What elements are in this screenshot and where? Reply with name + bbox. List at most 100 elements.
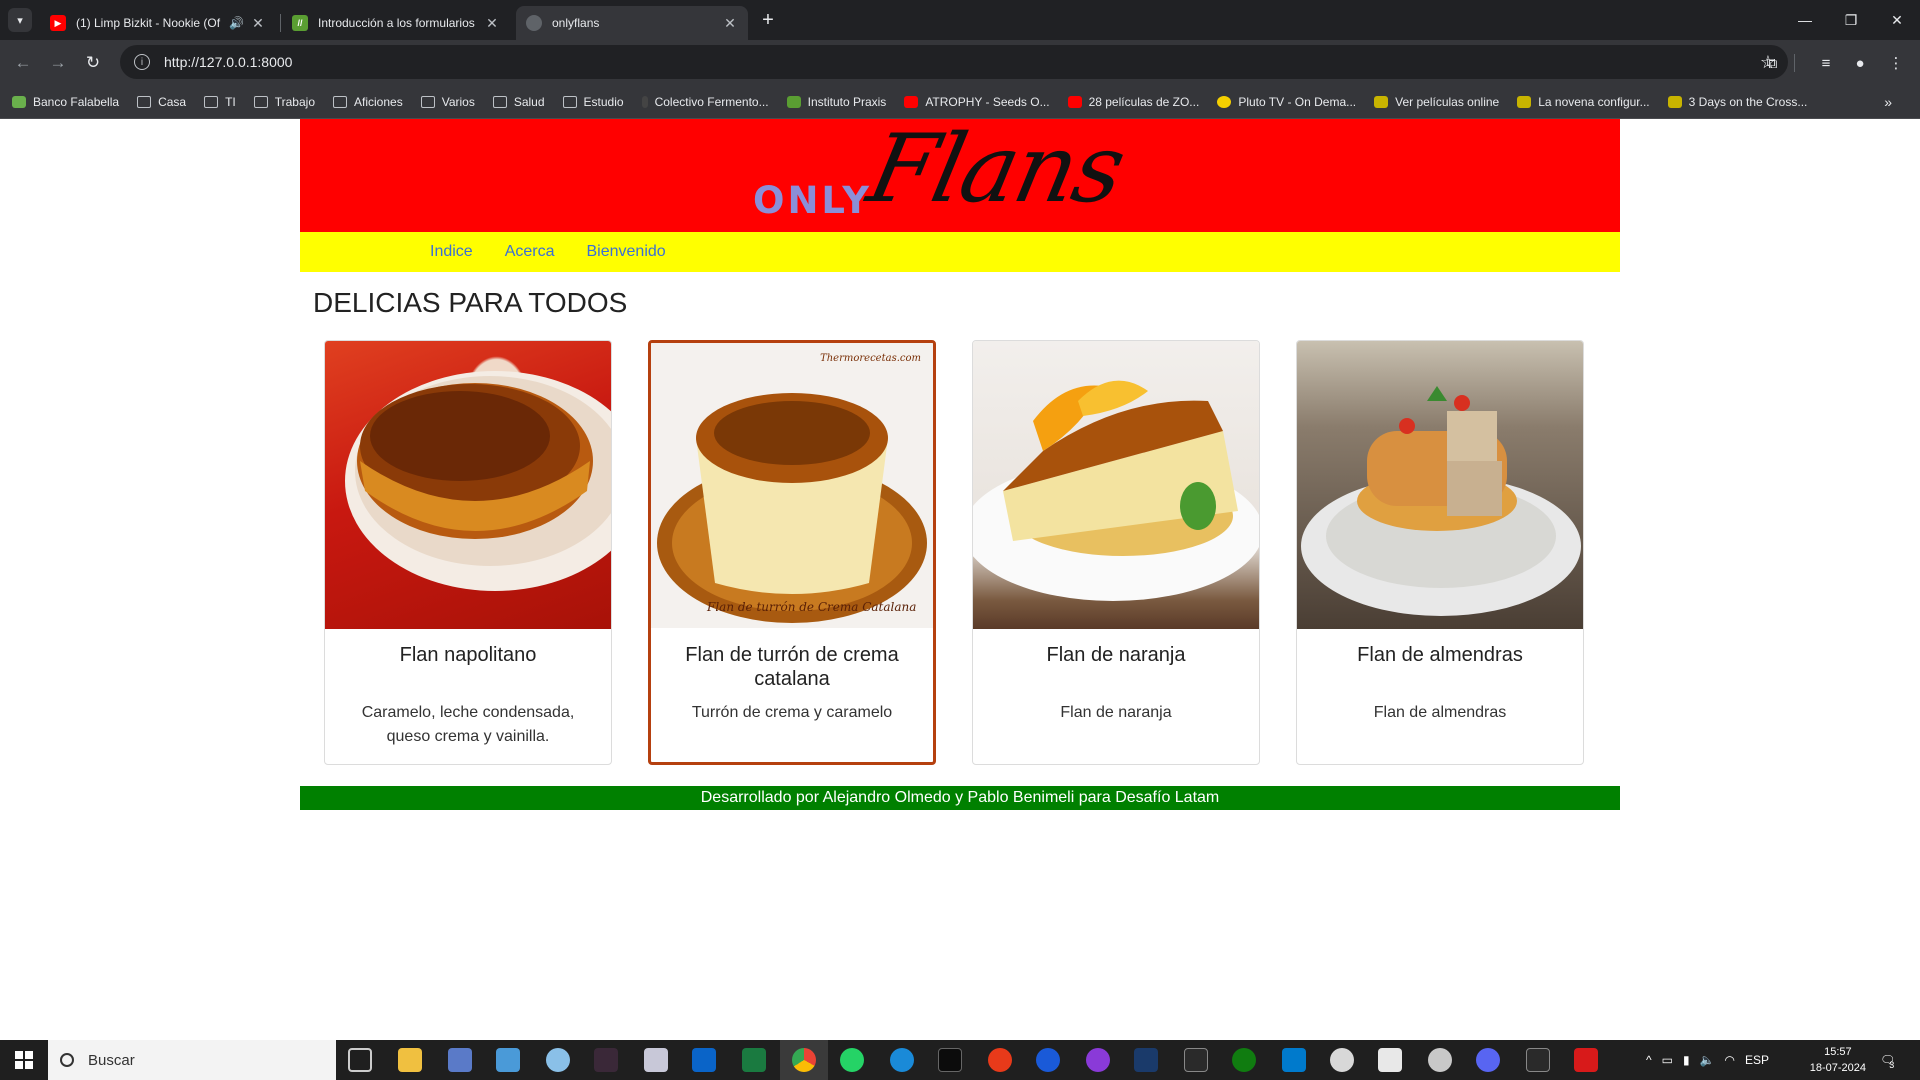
nav-link-bienvenido[interactable]: Bienvenido [587, 243, 666, 261]
notification-center[interactable]: 🗨 3 [1880, 1040, 1895, 1080]
taskbar-clock[interactable]: 15:57 18-07-2024 [1810, 1044, 1866, 1076]
app-icon[interactable] [644, 1048, 668, 1072]
vscode-icon[interactable] [1282, 1048, 1306, 1072]
bookmark-instituto-praxis[interactable]: Instituto Praxis [786, 95, 886, 109]
start-button[interactable] [0, 1040, 48, 1080]
file-explorer-icon[interactable] [398, 1048, 422, 1072]
bookmark-pluto-tv[interactable]: Pluto TV - On Dema... [1217, 95, 1356, 109]
battery-icon[interactable]: ▮ [1683, 1053, 1690, 1067]
ea-icon[interactable] [988, 1048, 1012, 1072]
volume-icon[interactable]: 🔈 [1700, 1053, 1715, 1067]
site-icon [786, 95, 801, 108]
app-icon[interactable] [1330, 1048, 1354, 1072]
edge-icon[interactable] [890, 1048, 914, 1072]
address-bar[interactable]: i http://127.0.0.1:8000 ☆ [120, 45, 1788, 79]
product-card-flan-almendras[interactable]: Flan de almendras Flan de almendras [1296, 340, 1584, 765]
site-logo[interactable]: ONLY Flans [753, 115, 1153, 233]
product-card-flan-napolitano[interactable]: Flan napolitano Caramelo, leche condensa… [324, 340, 612, 765]
flan-napolitano-drawing [345, 371, 611, 591]
speaker-icon[interactable]: 🔊 [229, 16, 244, 30]
epic-games-icon[interactable] [1526, 1048, 1550, 1072]
language-indicator[interactable]: ESP [1745, 1053, 1769, 1067]
new-tab-button[interactable]: + [756, 8, 780, 32]
tab-search-icon[interactable]: ▾ [8, 8, 32, 32]
nav-link-acerca[interactable]: Acerca [505, 243, 555, 261]
reload-button[interactable]: ↻ [78, 48, 108, 78]
tab-onlyflans[interactable]: onlyflans ✕ [516, 6, 748, 40]
xbox-icon[interactable] [1232, 1048, 1256, 1072]
bookmark-trabajo[interactable]: Trabajo [253, 95, 315, 109]
steam-icon[interactable] [1134, 1048, 1158, 1072]
notification-count: 3 [1889, 1060, 1895, 1070]
bookmark-28-peliculas[interactable]: 28 películas de ZO... [1067, 95, 1199, 109]
bookmark-estudio[interactable]: Estudio [562, 95, 624, 109]
outlook-icon[interactable] [692, 1048, 716, 1072]
close-icon[interactable]: ✕ [250, 15, 266, 32]
product-card-flan-naranja[interactable]: Flan de naranja Flan de naranja [972, 340, 1260, 765]
network-icon[interactable]: ▭ [1662, 1053, 1673, 1067]
flan-almendras-drawing [1301, 386, 1581, 616]
bookmark-banco-falabella[interactable]: Banco Falabella [12, 95, 119, 109]
menu-icon[interactable]: ⋮ [1882, 49, 1910, 77]
bookmark-atrophy[interactable]: ATROPHY - Seeds O... [904, 95, 1050, 109]
extensions-icon[interactable]: ⧉ [1758, 49, 1786, 77]
app-icon[interactable] [1036, 1048, 1060, 1072]
terminal-icon[interactable] [938, 1048, 962, 1072]
chevron-right-icon[interactable]: » [1884, 94, 1892, 110]
windows-taskbar: Buscar ^ ▭ ▮ 🔈 ◠ ESP 15:57 18-07-2024 🗨 … [0, 1040, 1920, 1080]
tv-icon [1217, 95, 1232, 108]
whatsapp-icon[interactable] [840, 1048, 864, 1072]
bookmark-varios[interactable]: Varios [420, 95, 475, 109]
app-icon[interactable] [1086, 1048, 1110, 1072]
bank-icon [12, 95, 26, 108]
folder-icon [492, 95, 507, 108]
bookmark-aficiones[interactable]: Aficiones [333, 95, 403, 109]
bookmark-salud[interactable]: Salud [492, 95, 545, 109]
windows-logo-icon [15, 1051, 33, 1069]
clock-time: 15:57 [1824, 1046, 1852, 1058]
logo-only-text: ONLY [753, 179, 873, 222]
calculator-icon[interactable] [448, 1048, 472, 1072]
youtube-icon [904, 95, 919, 108]
play-icon [1374, 95, 1389, 108]
chrome-icon[interactable] [792, 1048, 816, 1072]
media-control-icon[interactable]: ≡ [1812, 49, 1840, 77]
acrobat-icon[interactable] [1574, 1048, 1598, 1072]
tab-title: onlyflans [552, 16, 600, 30]
browser-toolbar: ← → ↻ i http://127.0.0.1:8000 ☆ ⧉ ≡ ● ⋮ [0, 40, 1920, 85]
paint-icon[interactable] [546, 1048, 570, 1072]
bookmark-casa[interactable]: Casa [137, 95, 186, 109]
nav-link-indice[interactable]: Indice [430, 243, 473, 261]
tab-youtube[interactable]: ▶ (1) Limp Bizkit - Nookie (Of 🔊 ✕ [40, 6, 276, 40]
app-icon[interactable] [1428, 1048, 1452, 1072]
forward-button[interactable]: → [43, 48, 73, 78]
back-button[interactable]: ← [8, 48, 38, 78]
close-icon[interactable]: ✕ [484, 15, 500, 32]
discord-icon[interactable] [1476, 1048, 1500, 1072]
bookmark-ver-peliculas[interactable]: Ver películas online [1374, 95, 1499, 109]
bookmark-colectivo-fermento[interactable]: Colectivo Fermento... [641, 95, 769, 109]
taskbar-search-box[interactable]: Buscar [48, 1040, 336, 1080]
restore-button[interactable]: ❐ [1828, 0, 1874, 40]
app-icon[interactable] [1378, 1048, 1402, 1072]
app-icon[interactable] [594, 1048, 618, 1072]
minimize-button[interactable]: — [1782, 0, 1828, 40]
site-info-icon[interactable]: i [134, 54, 150, 70]
bookmark-novena-configuracion[interactable]: La novena configur... [1517, 95, 1650, 109]
app-icon[interactable] [496, 1048, 520, 1072]
bookmark-3-days[interactable]: 3 Days on the Cross... [1667, 95, 1807, 109]
bookmark-ti[interactable]: TI [204, 95, 236, 109]
wifi-icon[interactable]: ◠ [1725, 1053, 1735, 1067]
epic-games-icon[interactable] [1184, 1048, 1208, 1072]
profile-icon[interactable]: ● [1846, 49, 1874, 77]
product-card-flan-turron[interactable]: Thermorecetas.com Flan de turrón de Crem… [648, 340, 936, 765]
close-window-button[interactable]: ✕ [1874, 0, 1920, 40]
chevron-up-icon[interactable]: ^ [1646, 1053, 1652, 1067]
folder-icon [204, 95, 219, 108]
browser-tab-bar: ▾ ▶ (1) Limp Bizkit - Nookie (Of 🔊 ✕ // … [0, 0, 1920, 40]
close-icon[interactable]: ✕ [722, 15, 738, 32]
excel-icon[interactable] [742, 1048, 766, 1072]
tab-formularios[interactable]: // Introducción a los formularios / ✕ [282, 6, 510, 40]
card-title: Flan de turrón de crema catalana [685, 644, 899, 690]
task-view-icon[interactable] [348, 1048, 372, 1072]
